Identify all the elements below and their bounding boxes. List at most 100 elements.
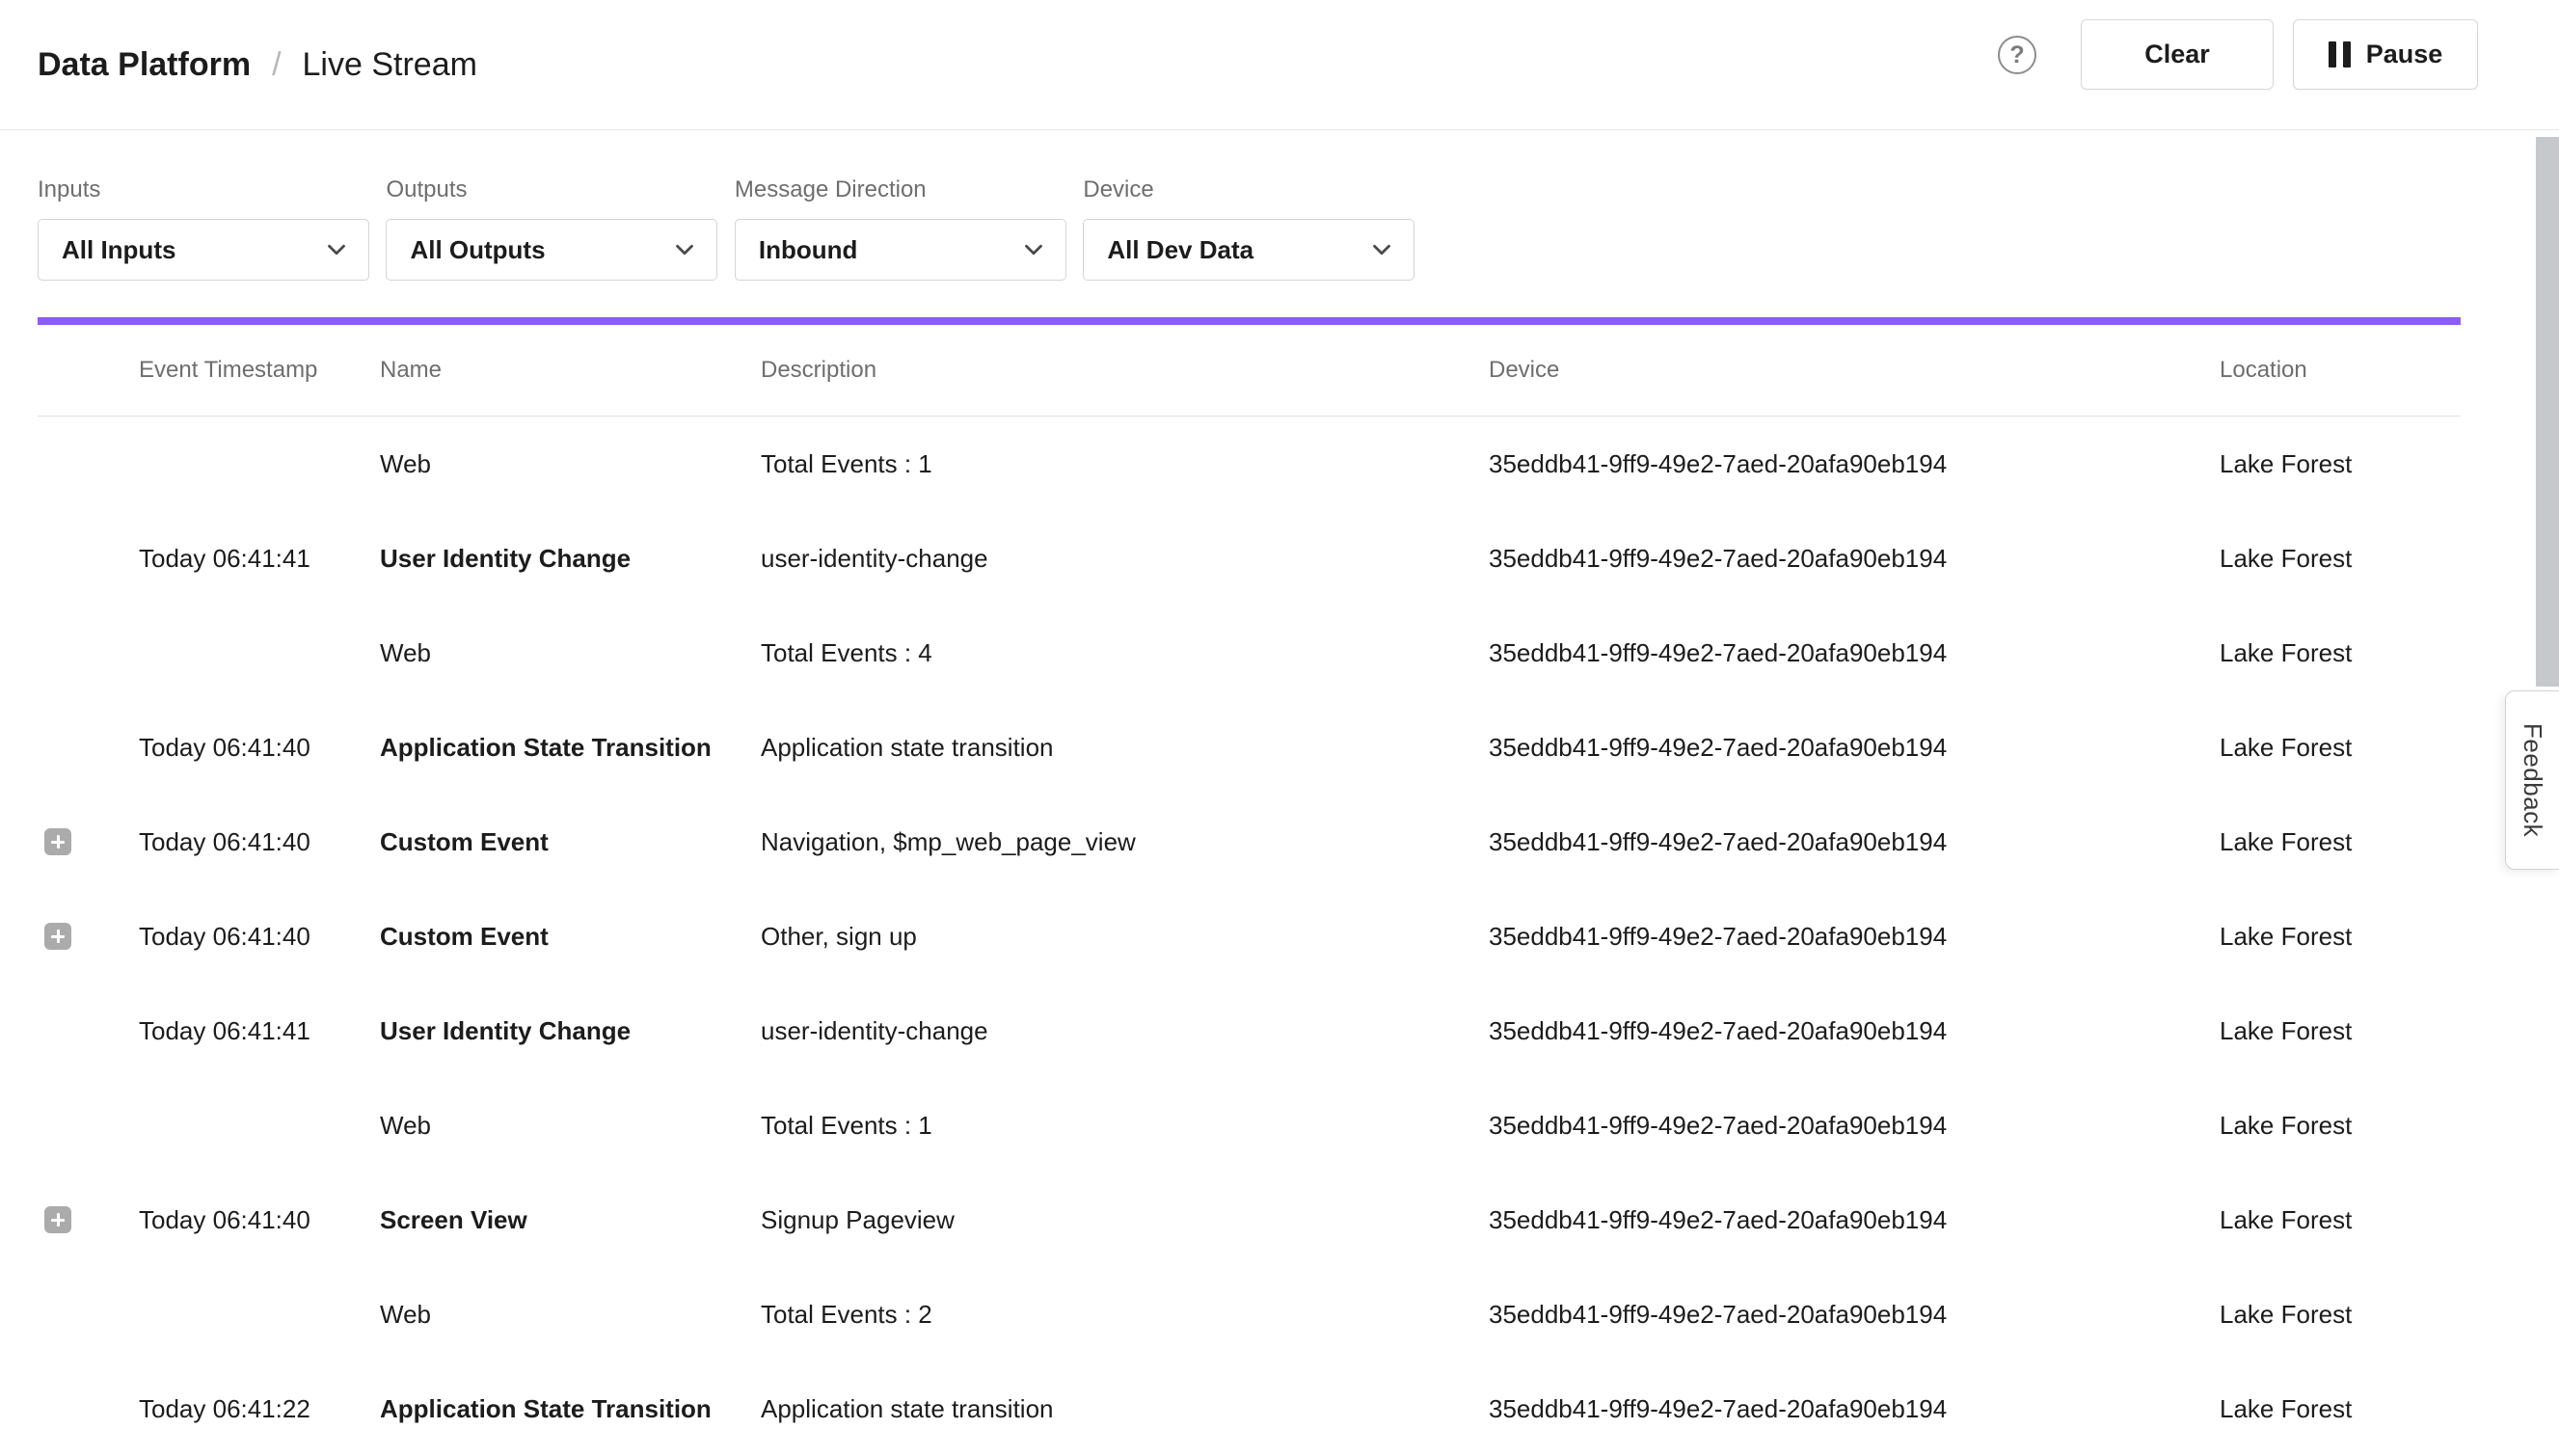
cell-timestamp: Today 06:41:40	[139, 733, 380, 763]
cell-description: user-identity-change	[761, 1016, 1489, 1046]
breadcrumb: Data Platform / Live Stream	[38, 0, 477, 130]
cell-timestamp: Today 06:41:40	[139, 922, 380, 952]
cell-location: Lake Forest	[2220, 638, 2461, 668]
expand-cell	[38, 1301, 139, 1328]
col-description: Description	[761, 357, 1489, 384]
cell-device: 35eddb41-9ff9-49e2-7aed-20afa90eb194	[1489, 638, 2220, 668]
pause-button[interactable]: Pause	[2293, 19, 2478, 90]
cell-name: Web	[380, 449, 761, 479]
table-row[interactable]: Web Total Events : 1 35eddb41-9ff9-49e2-…	[38, 1078, 2461, 1173]
expand-cell	[38, 450, 139, 477]
table-row[interactable]: Today 06:41:41 User Identity Change user…	[38, 511, 2461, 606]
breadcrumb-section[interactable]: Data Platform	[38, 46, 251, 84]
table-row[interactable]: Today 06:41:41 User Identity Change user…	[38, 984, 2461, 1078]
chevron-down-icon	[322, 235, 351, 264]
help-icon[interactable]: ?	[1998, 36, 2036, 74]
cell-description: Total Events : 2	[761, 1300, 1489, 1330]
cell-timestamp: Today 06:41:41	[139, 1016, 380, 1046]
expand-cell	[38, 923, 139, 950]
expand-cell	[38, 639, 139, 666]
cell-device: 35eddb41-9ff9-49e2-7aed-20afa90eb194	[1489, 733, 2220, 763]
expand-cell	[38, 828, 139, 855]
cell-timestamp: Today 06:41:40	[139, 1205, 380, 1235]
pause-button-label: Pause	[2366, 40, 2443, 69]
col-name: Name	[380, 357, 761, 384]
expand-cell	[38, 734, 139, 761]
inputs-select[interactable]: All Inputs	[38, 219, 369, 281]
cell-device: 35eddb41-9ff9-49e2-7aed-20afa90eb194	[1489, 1111, 2220, 1141]
breadcrumb-page: Live Stream	[303, 46, 477, 84]
breadcrumb-separator: /	[272, 46, 281, 84]
table-row[interactable]: Today 06:41:40 Custom Event Other, sign …	[38, 889, 2461, 984]
cell-description: Application state transition	[761, 733, 1489, 763]
table-row[interactable]: Web Total Events : 4 35eddb41-9ff9-49e2-…	[38, 606, 2461, 700]
scrollbar-thumb[interactable]	[2536, 137, 2559, 687]
col-device: Device	[1489, 357, 2220, 384]
table-row[interactable]: Today 06:41:22 Application State Transit…	[38, 1362, 2461, 1456]
cell-description: Navigation, $mp_web_page_view	[761, 827, 1489, 857]
outputs-select[interactable]: All Outputs	[386, 219, 717, 281]
cell-device: 35eddb41-9ff9-49e2-7aed-20afa90eb194	[1489, 1300, 2220, 1330]
cell-name: User Identity Change	[380, 1016, 761, 1046]
cell-device: 35eddb41-9ff9-49e2-7aed-20afa90eb194	[1489, 1394, 2220, 1424]
cell-location: Lake Forest	[2220, 1016, 2461, 1046]
table-row[interactable]: Today 06:41:40 Custom Event Navigation, …	[38, 795, 2461, 889]
expand-icon[interactable]	[44, 1206, 71, 1233]
expand-cell	[38, 1395, 139, 1422]
clear-button[interactable]: Clear	[2081, 19, 2274, 90]
device-select[interactable]: All Dev Data	[1083, 219, 1414, 281]
cell-device: 35eddb41-9ff9-49e2-7aed-20afa90eb194	[1489, 1016, 2220, 1046]
filter-inputs-label: Inputs	[38, 176, 369, 203]
expand-cell	[38, 1017, 139, 1044]
cell-location: Lake Forest	[2220, 1205, 2461, 1235]
cell-device: 35eddb41-9ff9-49e2-7aed-20afa90eb194	[1489, 449, 2220, 479]
cell-name: Application State Transition	[380, 1394, 761, 1424]
filter-outputs: Outputs All Outputs	[386, 176, 717, 281]
cell-timestamp: Today 06:41:40	[139, 827, 380, 857]
table-body: Web Total Events : 1 35eddb41-9ff9-49e2-…	[38, 417, 2461, 1456]
chevron-down-icon	[1367, 235, 1396, 264]
expand-icon[interactable]	[44, 923, 71, 950]
cell-description: Signup Pageview	[761, 1205, 1489, 1235]
cell-description: user-identity-change	[761, 544, 1489, 574]
events-table: Event Timestamp Name Description Device …	[38, 325, 2461, 1456]
cell-location: Lake Forest	[2220, 1394, 2461, 1424]
cell-timestamp: Today 06:41:41	[139, 544, 380, 574]
table-header: Event Timestamp Name Description Device …	[38, 325, 2461, 417]
cell-name: Custom Event	[380, 827, 761, 857]
filter-device: Device All Dev Data	[1083, 176, 1414, 281]
expand-icon[interactable]	[44, 828, 71, 855]
cell-location: Lake Forest	[2220, 449, 2461, 479]
cell-description: Total Events : 4	[761, 638, 1489, 668]
cell-name: Custom Event	[380, 922, 761, 952]
table-row[interactable]: Today 06:41:40 Screen View Signup Pagevi…	[38, 1173, 2461, 1267]
expand-cell	[38, 1112, 139, 1139]
cell-location: Lake Forest	[2220, 544, 2461, 574]
cell-name: Web	[380, 638, 761, 668]
table-row[interactable]: Web Total Events : 2 35eddb41-9ff9-49e2-…	[38, 1267, 2461, 1362]
table-row[interactable]: Web Total Events : 1 35eddb41-9ff9-49e2-…	[38, 417, 2461, 511]
accent-bar	[38, 317, 2461, 325]
cell-device: 35eddb41-9ff9-49e2-7aed-20afa90eb194	[1489, 544, 2220, 574]
cell-name: Web	[380, 1111, 761, 1141]
expand-cell	[38, 1206, 139, 1233]
message-direction-select[interactable]: Inbound	[735, 219, 1066, 281]
filter-message-direction: Message Direction Inbound	[735, 176, 1066, 281]
cell-device: 35eddb41-9ff9-49e2-7aed-20afa90eb194	[1489, 1205, 2220, 1235]
inputs-select-value: All Inputs	[62, 235, 175, 265]
chevron-down-icon	[1019, 235, 1048, 264]
expand-cell	[38, 545, 139, 572]
cell-location: Lake Forest	[2220, 922, 2461, 952]
filters-bar: Inputs All Inputs Outputs All Outputs Me…	[0, 130, 2559, 281]
chevron-down-icon	[670, 235, 699, 264]
cell-description: Total Events : 1	[761, 449, 1489, 479]
message-direction-select-value: Inbound	[759, 235, 858, 265]
cell-name: User Identity Change	[380, 544, 761, 574]
col-event-timestamp: Event Timestamp	[139, 357, 380, 384]
feedback-tab[interactable]: Feedback	[2505, 690, 2559, 870]
filter-inputs: Inputs All Inputs	[38, 176, 369, 281]
cell-description: Total Events : 1	[761, 1111, 1489, 1141]
cell-device: 35eddb41-9ff9-49e2-7aed-20afa90eb194	[1489, 922, 2220, 952]
cell-location: Lake Forest	[2220, 827, 2461, 857]
table-row[interactable]: Today 06:41:40 Application State Transit…	[38, 700, 2461, 795]
